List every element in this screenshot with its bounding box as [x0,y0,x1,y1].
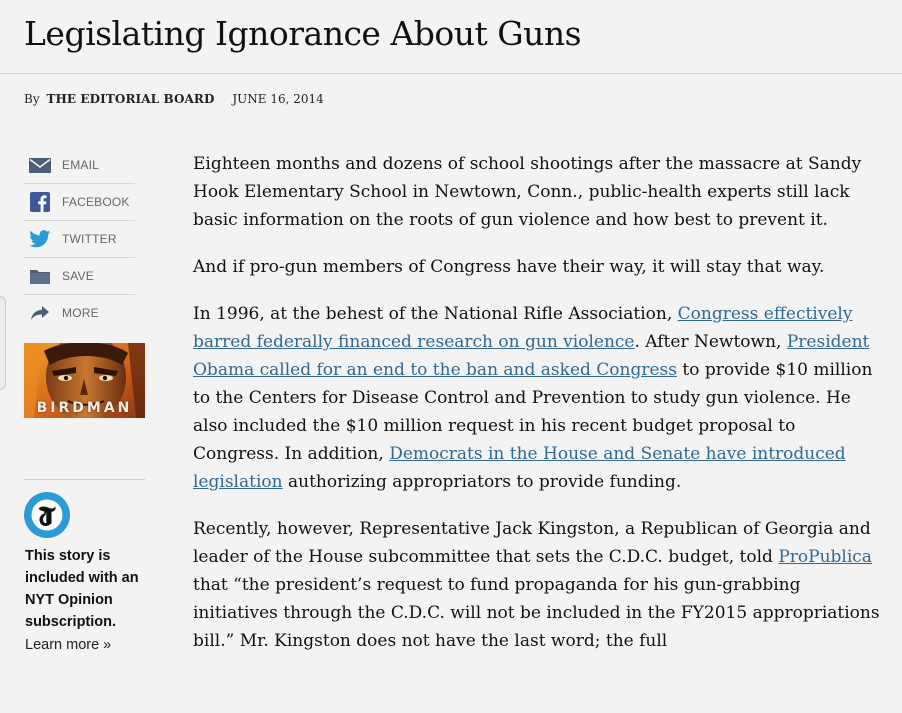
headline: Legislating Ignorance About Guns [24,14,582,53]
article-paragraph-1: Eighteen months and dozens of school sho… [193,154,862,230]
paragraph-3-text-1: In 1996, at the behest of the National R… [193,304,678,324]
subscription-promo-text: This story is included with an NYT Opini… [25,548,139,630]
share-more-button[interactable]: MORE [24,295,135,331]
byline-date: JUNE 16, 2014 [232,92,324,106]
article-paragraph-4: Recently, however, Representative Jack K… [193,515,883,655]
promo-image-caption: BIRDMAN [36,400,133,416]
article-paragraph-3: In 1996, at the behest of the National R… [193,300,883,496]
article-paragraph-2: And if pro-gun members of Congress have … [193,257,825,277]
paragraph-4-text-2: that “the president’s request to fund pr… [193,575,880,651]
facebook-icon [29,192,51,212]
share-email-button[interactable]: EMAIL [24,147,135,184]
nyt-logo-icon [24,492,70,538]
header-divider [0,73,902,74]
birdman-promo-image[interactable]: BIRDMAN [24,343,145,418]
share-email-label: EMAIL [62,158,100,172]
learn-more-link[interactable]: Learn more » [25,637,111,653]
byline-prefix: By [24,92,40,106]
paragraph-3-text-4: authorizing appropriators to provide fun… [282,472,682,492]
twitter-bird-icon [29,229,51,249]
paragraph-3-text-2: . After Newtown, [634,332,787,352]
share-twitter-label: TWITTER [62,232,117,246]
share-save-button[interactable]: SAVE [24,258,135,295]
forward-arrow-icon [29,303,51,323]
byline: By THE EDITORIAL BOARD JUNE 16, 2014 [24,92,324,106]
sidebar-divider [24,479,145,480]
share-facebook-label: FACEBOOK [62,195,130,209]
side-scroll-tab[interactable] [0,296,6,390]
share-twitter-button[interactable]: TWITTER [24,221,135,258]
folder-icon [29,266,51,286]
envelope-icon [29,155,51,175]
paragraph-4-text-1: Recently, however, Representative Jack K… [193,519,871,567]
share-save-label: SAVE [62,269,94,283]
share-tools: EMAIL FACEBOOK TWITTER SAVE MORE [24,147,135,331]
share-more-label: MORE [62,306,99,320]
share-facebook-button[interactable]: FACEBOOK [24,184,135,221]
byline-author[interactable]: THE EDITORIAL BOARD [46,92,214,106]
propublica-link[interactable]: ProPublica [778,547,872,567]
article-body: Eighteen months and dozens of school sho… [193,150,883,674]
